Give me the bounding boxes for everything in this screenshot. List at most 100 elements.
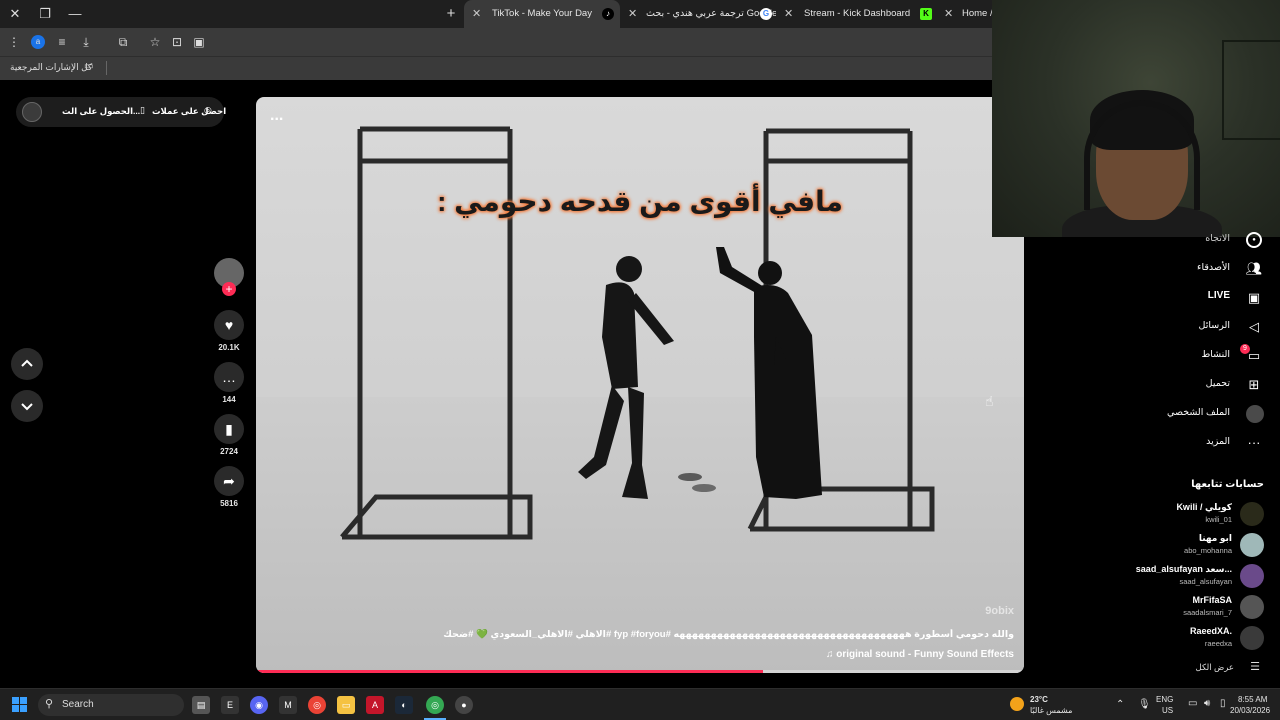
kebab-menu-icon[interactable]: ⋮ — [6, 34, 22, 50]
headset-icon — [1084, 100, 1200, 210]
network-icon[interactable]: ▭ — [1188, 698, 1197, 709]
avatar — [1240, 564, 1264, 588]
followed-account[interactable]: Kwili / كويلي kwili_01 — [1124, 500, 1264, 528]
chevron-down-icon — [21, 403, 33, 411]
install-app-icon[interactable]: ⊡ — [169, 34, 185, 50]
share-icon[interactable]: ➦ — [214, 466, 244, 496]
profile-avatar-icon[interactable]: a — [31, 35, 45, 49]
get-coins-link[interactable]: احصل على عملات — [152, 106, 226, 117]
cast-icon[interactable]: ▣ — [191, 34, 207, 50]
bookmark-star-icon[interactable]: ☆ — [147, 34, 163, 50]
video-scene — [340, 126, 935, 540]
share-button[interactable]: ➦ 5816 — [214, 466, 244, 508]
more-icon: ··· — [1247, 435, 1261, 450]
get-app-link[interactable]: الحصول على الت... — [62, 106, 140, 117]
follow-plus-icon[interactable]: + — [222, 282, 236, 296]
bookmark-icon[interactable]: ▮ — [214, 414, 244, 444]
language-indicator-bottom[interactable]: US — [1162, 706, 1173, 715]
tab-title: TikTok - Make Your Day — [492, 8, 592, 19]
browser-toolbar: ⋮ a ≡ ⤓ ⧉ ☆ ⊡ ▣ — [0, 28, 992, 56]
top-action-pill: الحصول على الت... ▯ احصل على عملات ◎ — [16, 97, 226, 127]
new-tab-button[interactable]: + — [441, 4, 461, 24]
list-icon: ☰ — [1250, 661, 1260, 673]
profile-icon — [1246, 405, 1264, 423]
video-sound-link[interactable]: ♫ original sound - Funny Sound Effects — [826, 649, 1014, 660]
tab-search-icon[interactable]: ≡ — [54, 34, 70, 50]
epic-games-icon[interactable]: E — [221, 696, 239, 714]
save-count: 2724 — [220, 447, 238, 456]
close-tab-icon[interactable]: ✕ — [472, 0, 481, 28]
comment-count: 144 — [222, 395, 236, 404]
windows-start-icon[interactable] — [12, 697, 28, 713]
notification-badge: 9 — [1240, 344, 1250, 354]
compass-icon: ● — [1246, 232, 1262, 248]
mouse-cursor-icon: ☝ — [985, 393, 994, 409]
previous-video-button[interactable] — [11, 348, 43, 380]
heart-icon[interactable]: ♥ — [214, 310, 244, 340]
tab-kick[interactable]: ✕ Stream - Kick Dashboard K — [776, 0, 932, 28]
chrome-icon[interactable]: ◎ — [308, 696, 326, 714]
close-window-button[interactable]: ✕ — [5, 4, 25, 24]
avatar — [1240, 595, 1264, 619]
webcam-background — [1222, 40, 1280, 140]
tray-chevron-up-icon[interactable]: ⌃ — [1116, 699, 1124, 710]
restore-window-button[interactable]: ❐ — [35, 4, 55, 24]
microphone-icon[interactable]: 🎙︎ — [1138, 699, 1151, 710]
phone-icon: ▯ — [140, 105, 145, 115]
volume-icon[interactable]: 🔊︎ — [1204, 698, 1210, 709]
discord-icon[interactable]: ◉ — [250, 696, 268, 714]
video-progress-fill — [256, 670, 763, 673]
upload-icon: ⊞ — [1248, 377, 1260, 392]
like-count: 20.1K — [218, 343, 240, 352]
app-icon[interactable]: M — [279, 696, 297, 714]
tab-google[interactable]: ✕ ترجمة عربي هندي - بحث Google G — [620, 0, 776, 28]
chrome-active-icon[interactable]: ◎ — [426, 696, 444, 714]
language-indicator-top[interactable]: ENG — [1156, 695, 1173, 704]
clock-date[interactable]: 20/03/2026 — [1230, 706, 1270, 715]
followed-account[interactable]: ابو مهنا abo_mohanna — [1124, 531, 1264, 559]
tab-title: Home / X — [962, 8, 992, 19]
minimize-window-button[interactable]: — — [65, 4, 85, 24]
followed-account[interactable]: MrFifaSA saadalsmari_7 — [1124, 593, 1264, 621]
steam-icon[interactable]: ◐ — [395, 696, 413, 714]
avatar — [1240, 502, 1264, 526]
tab-x[interactable]: ✕ Home / X — [936, 0, 992, 28]
download-icon[interactable]: ⤓ — [78, 34, 94, 50]
all-bookmarks-link[interactable]: كل الإشارات المرجعية — [10, 62, 92, 73]
author-avatar-button[interactable]: + — [214, 258, 244, 296]
friends-icon: 👥︎ — [1245, 261, 1263, 276]
comment-icon[interactable]: … — [214, 362, 244, 392]
more-options-icon[interactable]: ... — [270, 107, 283, 125]
see-all-link[interactable]: عرض الكل — [1196, 662, 1234, 673]
taskbar-search-box[interactable]: ⚲ Search — [38, 694, 184, 716]
avatar — [1240, 533, 1264, 557]
avatar[interactable] — [22, 102, 42, 122]
battery-icon[interactable]: ▯ — [1220, 698, 1226, 709]
video-progress-bar[interactable] — [256, 670, 1024, 673]
close-tab-icon[interactable]: ✕ — [628, 0, 637, 28]
like-button[interactable]: ♥ 20.1K — [214, 310, 244, 352]
obs-icon[interactable]: ● — [455, 696, 473, 714]
clock-time[interactable]: 8:55 AM — [1238, 695, 1267, 704]
adobe-icon[interactable]: A — [366, 696, 384, 714]
save-button[interactable]: ▮ 2724 — [214, 414, 244, 456]
google-icon: G — [760, 8, 772, 20]
comment-button[interactable]: … 144 — [214, 362, 244, 404]
close-tab-icon[interactable]: ✕ — [944, 0, 953, 28]
next-video-button[interactable] — [11, 390, 43, 422]
followed-account[interactable]: RaeedXA. raeedxa — [1124, 624, 1264, 652]
task-view-icon[interactable]: ▤ — [192, 696, 210, 714]
webcam-overlay — [992, 0, 1280, 237]
close-tab-icon[interactable]: ✕ — [784, 0, 793, 28]
coin-icon: ◎ — [204, 105, 212, 115]
tab-tiktok[interactable]: ✕ TikTok - Make Your Day ♪ — [464, 0, 620, 28]
extensions-icon[interactable]: ⧉ — [115, 34, 131, 50]
video-watermark: 9obix — [985, 605, 1014, 617]
video-player[interactable]: ... مافي أقوى من قدحه دحومي : 9obix والل… — [256, 97, 1024, 673]
following-title: حسابات تتابعها — [1191, 479, 1264, 490]
live-icon: ▣ — [1247, 290, 1261, 305]
file-explorer-icon[interactable]: ▭ — [337, 696, 355, 714]
chevron-up-icon — [21, 359, 33, 367]
followed-account[interactable]: saad_alsufayan سعد... saad_alsufayan — [1124, 562, 1264, 590]
bookmarks-bar: كل الإشارات المرجعية ▭ — [0, 56, 992, 80]
